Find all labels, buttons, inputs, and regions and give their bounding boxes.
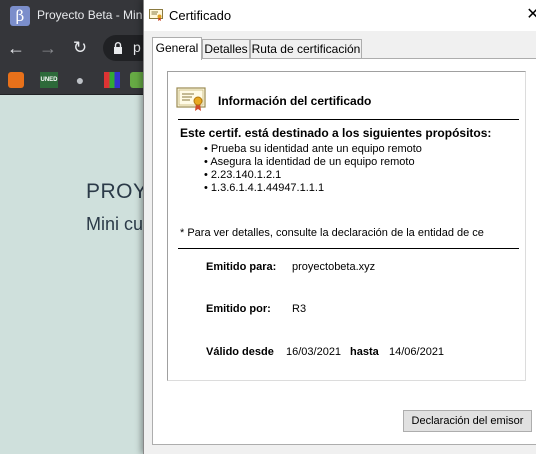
list-item: 1.3.6.1.4.1.44947.1.1.1 (204, 182, 422, 195)
certificate-icon (176, 87, 206, 111)
forward-arrow-icon[interactable]: → (37, 37, 59, 59)
certificate-icon (149, 9, 163, 21)
tab-ruta-de-certificacion[interactable]: Ruta de certificación (250, 39, 362, 59)
general-tab-panel: Información del certificado Este certif.… (152, 58, 536, 445)
browser-tab-title: Proyecto Beta - Min (37, 8, 143, 22)
info-title: Información del certificado (218, 94, 372, 108)
tab-general[interactable]: General (152, 37, 202, 60)
issuer-statement-button[interactable]: Declaración del emisor (403, 410, 532, 432)
valid-from-value: 16/03/2021 (286, 346, 342, 358)
valid-until-label: hasta (350, 346, 379, 358)
issued-by-label: Emitido por: (206, 303, 271, 315)
divider (178, 248, 519, 249)
page-heading: PROY (86, 180, 148, 203)
valid-until-value: 14/06/2021 (389, 346, 445, 358)
issued-by-value: R3 (292, 303, 307, 315)
list-item: Asegura la identidad de un equipo remoto (204, 156, 422, 169)
valid-from-label: Válido desde (206, 346, 274, 358)
bookmark-orange-icon[interactable] (8, 72, 24, 88)
certificate-info-box: Información del certificado Este certif.… (167, 71, 526, 381)
list-item: 2.23.140.1.2.1 (204, 169, 422, 182)
dialog-titlebar[interactable]: Certificado ✕ (144, 0, 536, 31)
bookmark-books-icon[interactable] (104, 72, 120, 88)
bookmark-uned-icon[interactable]: UNED (40, 72, 58, 88)
browser-tab[interactable]: β Proyecto Beta - Min (0, 0, 160, 31)
bookmark-apple-icon[interactable]: ● (72, 72, 88, 88)
issued-to-value: proyectobeta.xyz (292, 261, 376, 273)
reload-icon[interactable]: ↻ (69, 37, 91, 59)
dialog-title: Certificado (169, 8, 232, 23)
close-icon[interactable]: ✕ (522, 4, 536, 26)
back-arrow-icon[interactable]: ← (5, 37, 27, 59)
page-subheading: Mini cu (86, 214, 144, 234)
details-note: * Para ver detalles, consulte la declara… (180, 227, 484, 239)
issued-to-label: Emitido para: (206, 261, 277, 273)
list-item: Prueba su identidad ante un equipo remot… (204, 143, 422, 156)
tab-detalles[interactable]: Detalles (202, 39, 250, 59)
divider (178, 119, 519, 120)
purpose-list: Prueba su identidad ante un equipo remot… (204, 143, 422, 195)
purpose-heading: Este certif. está destinado a los siguie… (180, 126, 492, 140)
lock-icon[interactable] (113, 42, 123, 54)
certificate-dialog: Certificado ✕ General Detalles Ruta de c… (143, 0, 536, 454)
address-text: p (133, 39, 141, 55)
beta-favicon-icon: β (10, 6, 30, 26)
